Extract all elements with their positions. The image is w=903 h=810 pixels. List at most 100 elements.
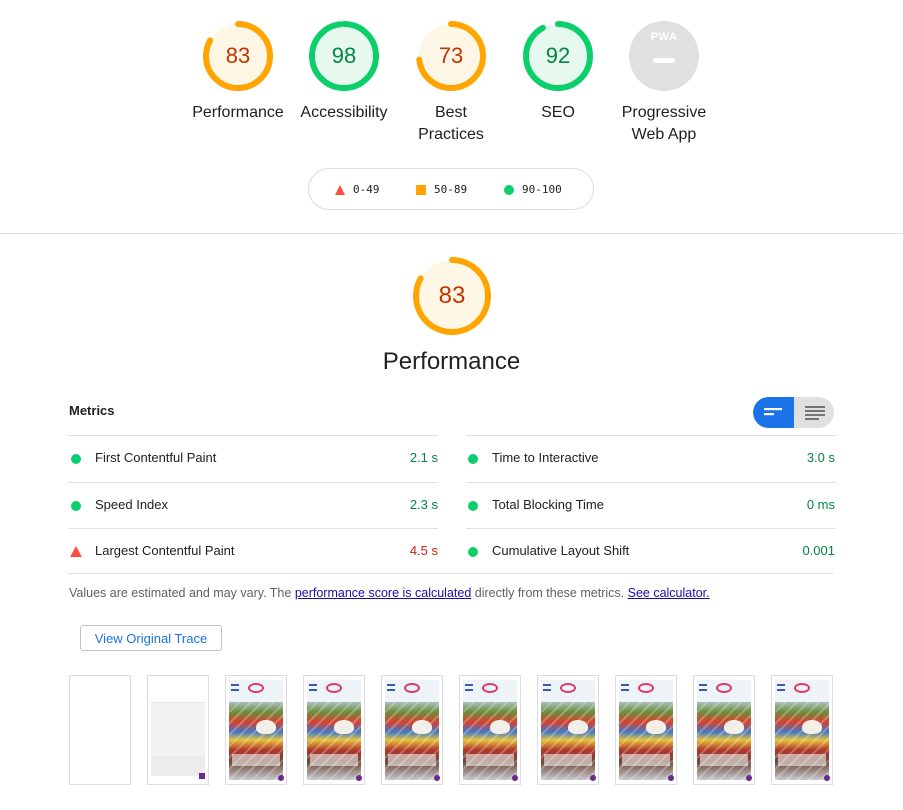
filmstrip-frame: [459, 675, 521, 785]
category-gauges: 83 Performance 98 Accessibility 73 Best …: [0, 0, 903, 160]
metric-value: 2.1 s: [409, 450, 438, 465]
logo-icon: [716, 683, 732, 693]
performance-score-link[interactable]: performance score is calculated: [295, 586, 471, 600]
filmstrip-frame: [225, 675, 287, 785]
gauge-label: Performance: [192, 104, 284, 121]
metric-total-blocking-time: Total Blocking Time 0 ms: [466, 482, 835, 528]
gauge-performance[interactable]: 83 Performance: [183, 18, 293, 124]
filmstrip-frame: [771, 675, 833, 785]
triangle-icon: [335, 185, 345, 195]
filmstrip-frame: [615, 675, 677, 785]
filmstrip-frame: [693, 675, 755, 785]
hat-image: [256, 720, 276, 734]
menu-icon: [465, 684, 473, 691]
menu-icon: [699, 684, 707, 691]
toggle-expanded-button[interactable]: [794, 397, 834, 428]
logo-icon: [638, 683, 654, 693]
logo-icon: [482, 683, 498, 693]
menu-icon: [309, 684, 317, 691]
metrics-view-toggle[interactable]: [753, 397, 834, 428]
metric-cumulative-layout-shift: Cumulative Layout Shift 0.001: [466, 528, 835, 574]
gauge-ring: 73: [413, 18, 489, 94]
logo-icon: [248, 683, 264, 693]
metric-name: Time to Interactive: [492, 450, 599, 465]
metric-value: 2.3 s: [409, 497, 438, 512]
legend-item-average: 50-89: [416, 182, 467, 198]
logo-icon: [794, 683, 810, 693]
metrics-bottom-rule: [69, 573, 834, 574]
performance-title: Performance: [382, 348, 521, 375]
pwa-badge-ring: PWA: [626, 18, 702, 94]
section-divider: [0, 233, 903, 234]
legend-item-pass: 90-100: [504, 182, 562, 198]
filmstrip-frame: [69, 675, 131, 785]
gauge-label: Best Practices: [418, 104, 484, 143]
filmstrip-frame: [147, 675, 209, 785]
logo-icon: [326, 683, 342, 693]
gauge-seo[interactable]: 92 SEO: [503, 18, 613, 124]
metrics-header: Metrics: [69, 403, 115, 418]
hat-image: [568, 720, 588, 734]
circle-icon: [504, 185, 514, 195]
metric-value: 4.5 s: [409, 543, 438, 558]
gauge-score: 73: [438, 43, 464, 68]
pass-circle-icon: [71, 501, 81, 511]
pass-circle-icon: [71, 454, 81, 464]
pwa-badge-text: PWA: [650, 31, 678, 43]
gauge-best-practices[interactable]: 73 Best Practices: [396, 18, 506, 146]
metric-value: 0 ms: [806, 497, 835, 512]
chat-widget-icon: [278, 775, 284, 781]
menu-icon: [777, 684, 785, 691]
legend-range: 90-100: [522, 183, 562, 196]
metric-name: First Contentful Paint: [95, 450, 217, 465]
pass-circle-icon: [468, 501, 478, 511]
gauge-score: 98: [331, 43, 357, 68]
pass-circle-icon: [468, 454, 478, 464]
performance-gauge: 83: [411, 255, 493, 337]
metrics-note: Values are estimated and may vary. The p…: [69, 586, 710, 600]
frame-placeholder: [151, 756, 205, 776]
note-text: Values are estimated and may vary. The: [69, 586, 295, 600]
chat-widget-icon: [668, 775, 674, 781]
legend-item-fail: 0-49: [335, 182, 380, 198]
score-legend: 0-49 50-89 90-100: [308, 168, 594, 210]
chat-widget-icon: [746, 775, 752, 781]
gauge-score: 92: [545, 43, 571, 68]
filmstrip-frame: [537, 675, 599, 785]
metric-name: Largest Contentful Paint: [95, 543, 235, 558]
view-original-trace-button[interactable]: View Original Trace: [80, 625, 222, 651]
chat-widget-icon: [824, 775, 830, 781]
pass-circle-icon: [468, 547, 478, 557]
gauge-pwa[interactable]: PWA Progressive Web App: [609, 18, 719, 146]
hat-image: [646, 720, 666, 734]
gauge-ring: 92: [520, 18, 596, 94]
chat-widget-icon: [512, 775, 518, 781]
gauge-label: SEO: [541, 104, 575, 121]
chat-widget-icon: [590, 775, 596, 781]
performance-score: 83: [438, 282, 466, 309]
welcome-banner: [232, 754, 280, 766]
metric-time-to-interactive: Time to Interactive 3.0 s: [466, 435, 835, 481]
see-calculator-link[interactable]: See calculator.: [628, 586, 710, 600]
filmstrip-frame: [381, 675, 443, 785]
menu-icon: [231, 684, 239, 691]
metric-name: Speed Index: [95, 497, 169, 512]
note-text: directly from these metrics.: [471, 586, 625, 600]
gauge-ring: 83: [200, 18, 276, 94]
lines-expanded-icon: [805, 406, 825, 420]
welcome-banner: [466, 754, 514, 766]
welcome-banner: [700, 754, 748, 766]
metric-name: Total Blocking Time: [492, 497, 604, 512]
welcome-banner: [622, 754, 670, 766]
chat-widget-icon: [199, 773, 205, 779]
gauge-label: Progressive Web App: [621, 104, 707, 143]
legend-range: 50-89: [434, 183, 468, 196]
filmstrip-frame: [303, 675, 365, 785]
welcome-banner: [544, 754, 592, 766]
chat-widget-icon: [356, 775, 362, 781]
hat-image: [412, 720, 432, 734]
frame-placeholder: [151, 702, 205, 757]
gauge-accessibility[interactable]: 98 Accessibility: [289, 18, 399, 124]
toggle-compact-button[interactable]: [753, 397, 794, 428]
menu-icon: [543, 684, 551, 691]
